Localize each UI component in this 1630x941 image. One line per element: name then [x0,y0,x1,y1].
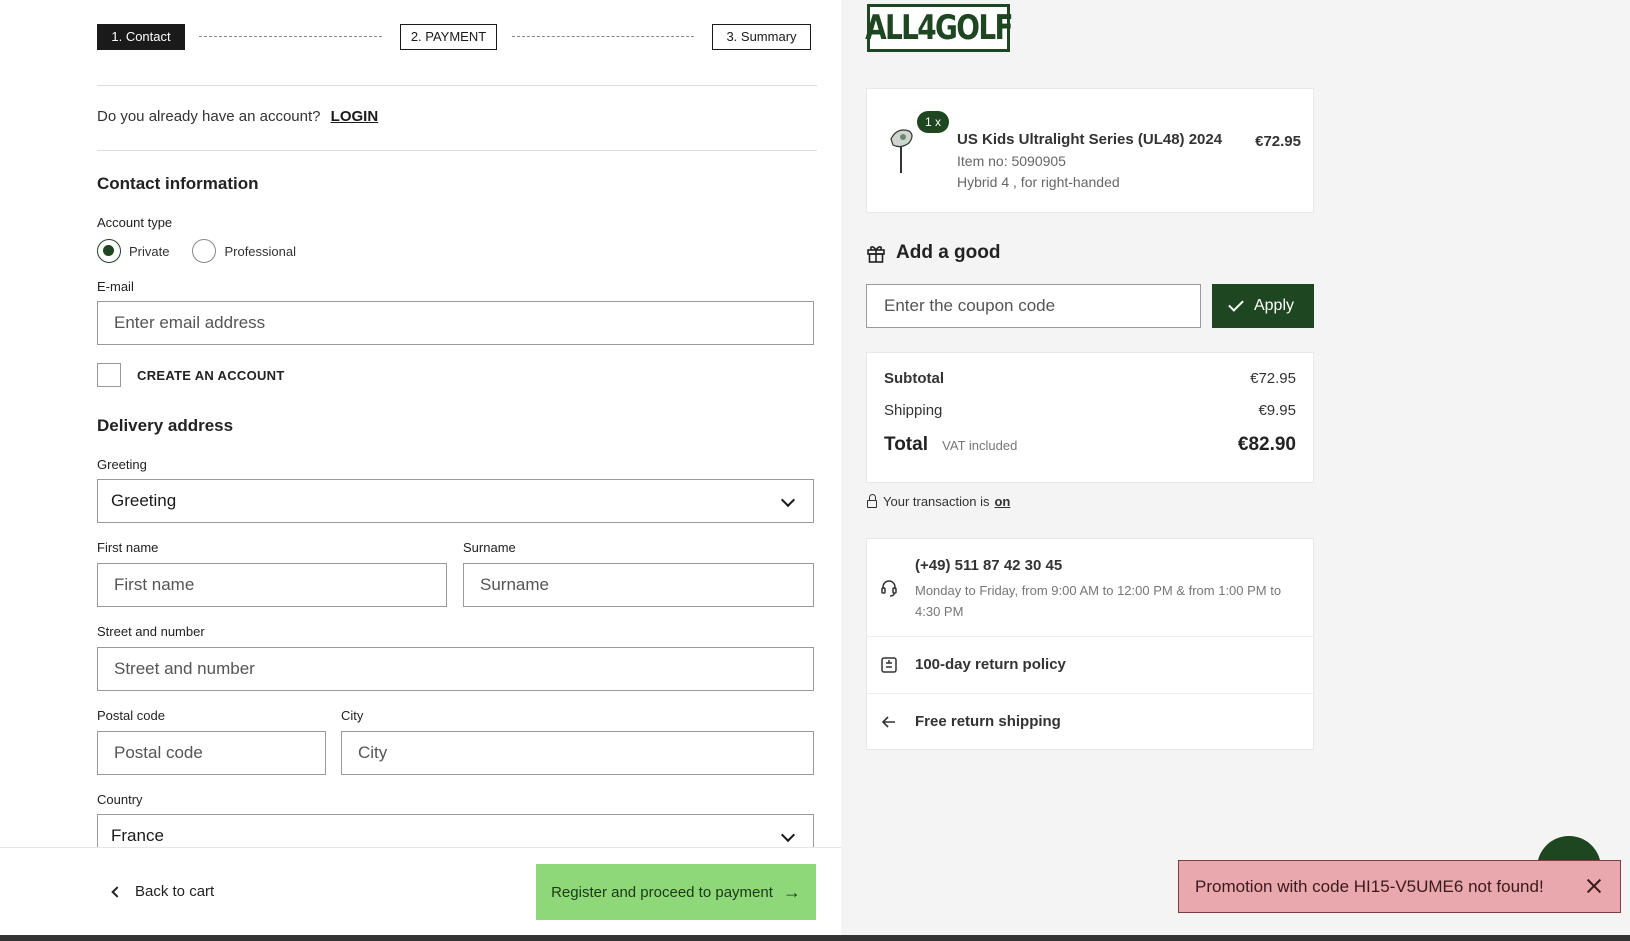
phone-support-row: (+49) 511 87 42 30 45 Monday to Friday, … [867,539,1313,637]
secure-text: Your transaction is [883,494,990,509]
order-totals-card: Subtotal €72.95 Shipping €9.95 Total VAT… [866,352,1314,483]
first-name-input[interactable]: First name [97,563,447,607]
coupon-code-input[interactable]: Enter the coupon code [866,284,1201,328]
login-link[interactable]: LOGIN [331,108,379,125]
secure-state-link[interactable]: on [994,494,1010,509]
step-contact[interactable]: 1. Contact [97,24,185,50]
divider [97,85,817,86]
radio-professional-label[interactable]: Professional [224,244,296,259]
brand-logo[interactable]: ALL4GOLF [865,4,1014,52]
login-prompt: Do you already have an account? LOGIN [97,108,378,125]
total-value: €82.90 [1237,434,1296,455]
chevron-down-icon [780,827,796,843]
create-account-checkbox[interactable] [97,363,121,387]
step-summary[interactable]: 3. Summary [712,24,811,50]
surname-input[interactable]: Surname [463,563,814,607]
quantity-badge: 1 x [917,111,949,133]
city-input[interactable]: City [341,731,814,775]
apply-label: Apply [1253,297,1295,314]
subtotal-value: €72.95 [1250,370,1296,387]
subtotal-row: Subtotal €72.95 [884,370,1296,387]
headset-icon [881,580,897,597]
create-account-label[interactable]: CREATE AN ACCOUNT [137,368,285,383]
greeting-label: Greeting [97,457,147,472]
street-input[interactable]: Street and number [97,647,814,691]
order-summary-panel: ALL4GOLF 1 x US Kids Ultralight Series (… [841,0,1630,935]
logo-text: ALL4GOLF [865,8,1013,48]
account-type-label: Account type [97,215,173,230]
add-voucher-heading: Add a good [866,242,1000,264]
step-payment[interactable]: 2. PAYMENT [400,24,497,50]
service-info-card: (+49) 511 87 42 30 45 Monday to Friday, … [866,538,1314,750]
support-hours: Monday to Friday, from 9:00 AM to 12:00 … [915,583,1282,619]
radio-private-label[interactable]: Private [129,244,169,259]
product-item-number: Item no: 5090905 [957,153,1066,169]
surname-label: Surname [463,540,516,555]
apply-coupon-button[interactable]: Apply [1212,284,1314,328]
secure-transaction-note: Your transaction is on [867,493,1010,509]
greeting-select[interactable]: Greeting [97,479,814,523]
bottom-strip [0,935,1630,941]
step-divider [199,36,382,37]
cart-item-card: 1 x US Kids Ultralight Series (UL48) 202… [866,88,1314,213]
radio-private[interactable] [97,239,121,263]
arrow-left-icon [881,716,895,728]
street-label: Street and number [97,624,205,639]
radio-professional[interactable] [192,239,217,263]
return-policy-row: 100-day return policy [867,637,1313,694]
first-name-label: First name [97,540,159,555]
email-input[interactable]: Enter email address [97,301,814,345]
chevron-left-icon [111,885,123,898]
greeting-value: Greeting [111,491,177,510]
country-value: France [111,826,164,845]
arrow-right-icon: → [782,881,801,902]
product-name[interactable]: US Kids Ultralight Series (UL48) 2024 [957,131,1222,148]
total-row: Total VAT included €82.90 [884,434,1296,456]
return-box-icon [881,657,897,673]
checkout-form-panel: 1. Contact 2. PAYMENT 3. Summary Do you … [0,0,841,941]
checkout-footer: Back to cart Register and proceed to pay… [0,847,841,935]
proceed-label: Register and proceed to payment [551,883,773,901]
postal-code-label: Postal code [97,708,165,723]
vat-note: VAT included [942,438,1018,453]
golf-club-image [890,129,913,173]
chevron-down-icon [780,492,796,508]
shipping-row: Shipping €9.95 [884,402,1296,419]
check-icon [1228,296,1244,312]
gift-icon [867,246,885,263]
step-divider [512,36,694,37]
divider [97,150,817,151]
lock-icon [867,493,877,508]
checkout-steps: 1. Contact 2. PAYMENT 3. Summary [97,24,817,50]
account-type-radio-group: Private Professional [97,239,296,263]
shipping-value: €9.95 [1258,402,1296,419]
return-policy-text: 100-day return policy [915,656,1066,673]
free-return-text: Free return shipping [915,713,1061,730]
toast-message: Promotion with code HI15-V5UME6 not foun… [1195,877,1544,896]
city-label: City [341,708,364,723]
error-toast: Promotion with code HI15-V5UME6 not foun… [1178,860,1621,913]
product-variant: Hybrid 4 , for right-handed [957,174,1120,190]
close-icon[interactable] [1586,878,1602,894]
back-to-cart-link[interactable]: Back to cart [111,883,215,900]
back-to-cart-label: Back to cart [135,883,215,900]
postal-code-input[interactable]: Postal code [97,731,326,775]
contact-info-title: Contact information [97,174,259,193]
total-label: Total [884,434,928,455]
add-voucher-label: Add a good [896,242,1001,263]
email-label: E-mail [97,279,134,294]
support-phone[interactable]: (+49) 511 87 42 30 45 [915,557,1062,574]
login-question: Do you already have an account? [97,108,321,125]
delivery-address-title: Delivery address [97,416,234,435]
proceed-to-payment-button[interactable]: Register and proceed to payment → [536,864,816,920]
product-price: €72.95 [1255,133,1301,150]
create-account-row: CREATE AN ACCOUNT [97,363,285,387]
shipping-label: Shipping [884,402,943,419]
subtotal-label: Subtotal [884,370,944,387]
country-label: Country [97,792,143,807]
free-return-row: Free return shipping [867,694,1313,750]
